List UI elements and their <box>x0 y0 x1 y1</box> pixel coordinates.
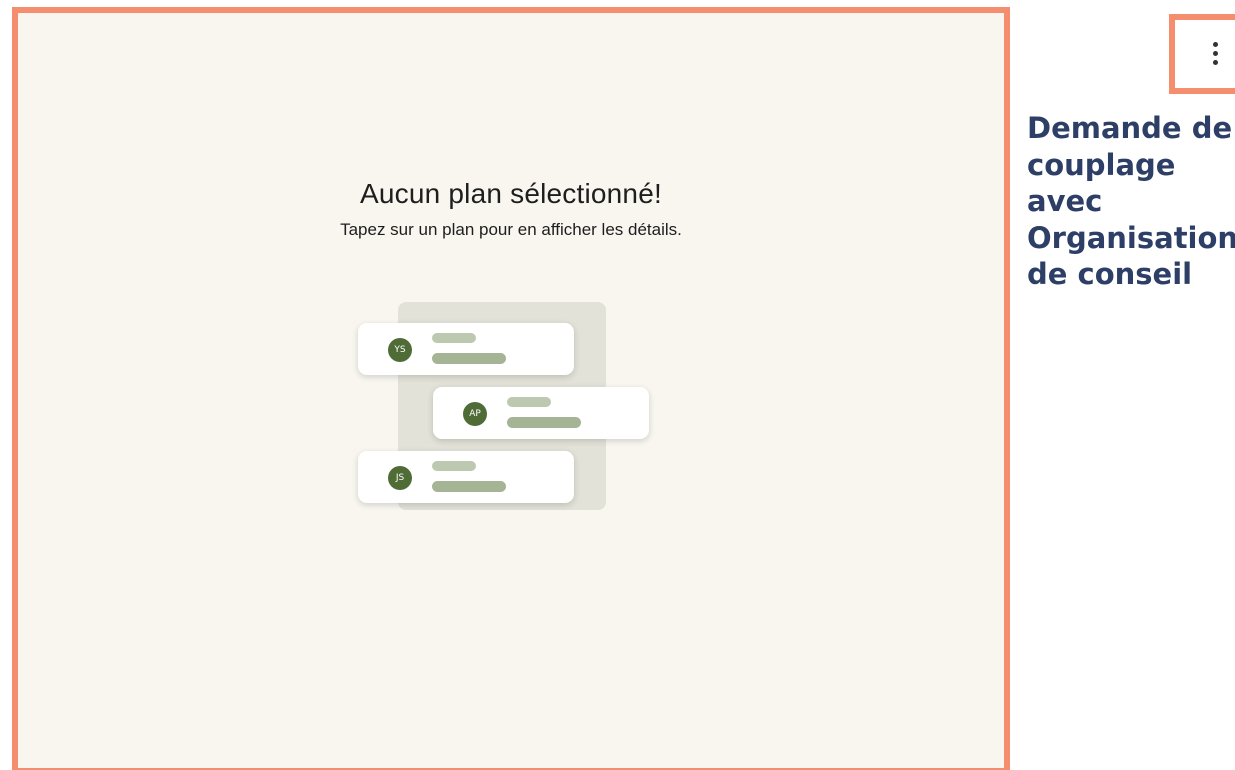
placeholder-line <box>507 397 551 407</box>
request-title: Demande de couplage avec Organisation de… <box>1027 111 1235 291</box>
placeholder-line <box>432 481 506 492</box>
empty-state-illustration: YS AP JS <box>358 297 658 512</box>
avatar: YS <box>388 338 412 362</box>
more-options-button[interactable] <box>1169 14 1235 94</box>
illustration-card: YS <box>358 323 574 375</box>
plan-detail-panel: Aucun plan sélectionné! Tapez sur un pla… <box>12 7 1010 770</box>
app-window: Aucun plan sélectionné! Tapez sur un pla… <box>0 0 1235 770</box>
placeholder-line <box>507 417 581 428</box>
avatar: JS <box>388 466 412 490</box>
empty-state: Aucun plan sélectionné! Tapez sur un pla… <box>18 178 1004 240</box>
empty-state-title: Aucun plan sélectionné! <box>360 178 662 209</box>
avatar: AP <box>463 402 487 426</box>
placeholder-line <box>432 353 506 364</box>
empty-state-subtitle: Tapez sur un plan pour en afficher les d… <box>340 220 682 239</box>
illustration-card: AP <box>433 387 649 439</box>
placeholder-line <box>432 461 476 471</box>
placeholder-line <box>432 333 476 343</box>
illustration-card: JS <box>358 451 574 503</box>
more-vertical-icon <box>1213 42 1219 72</box>
